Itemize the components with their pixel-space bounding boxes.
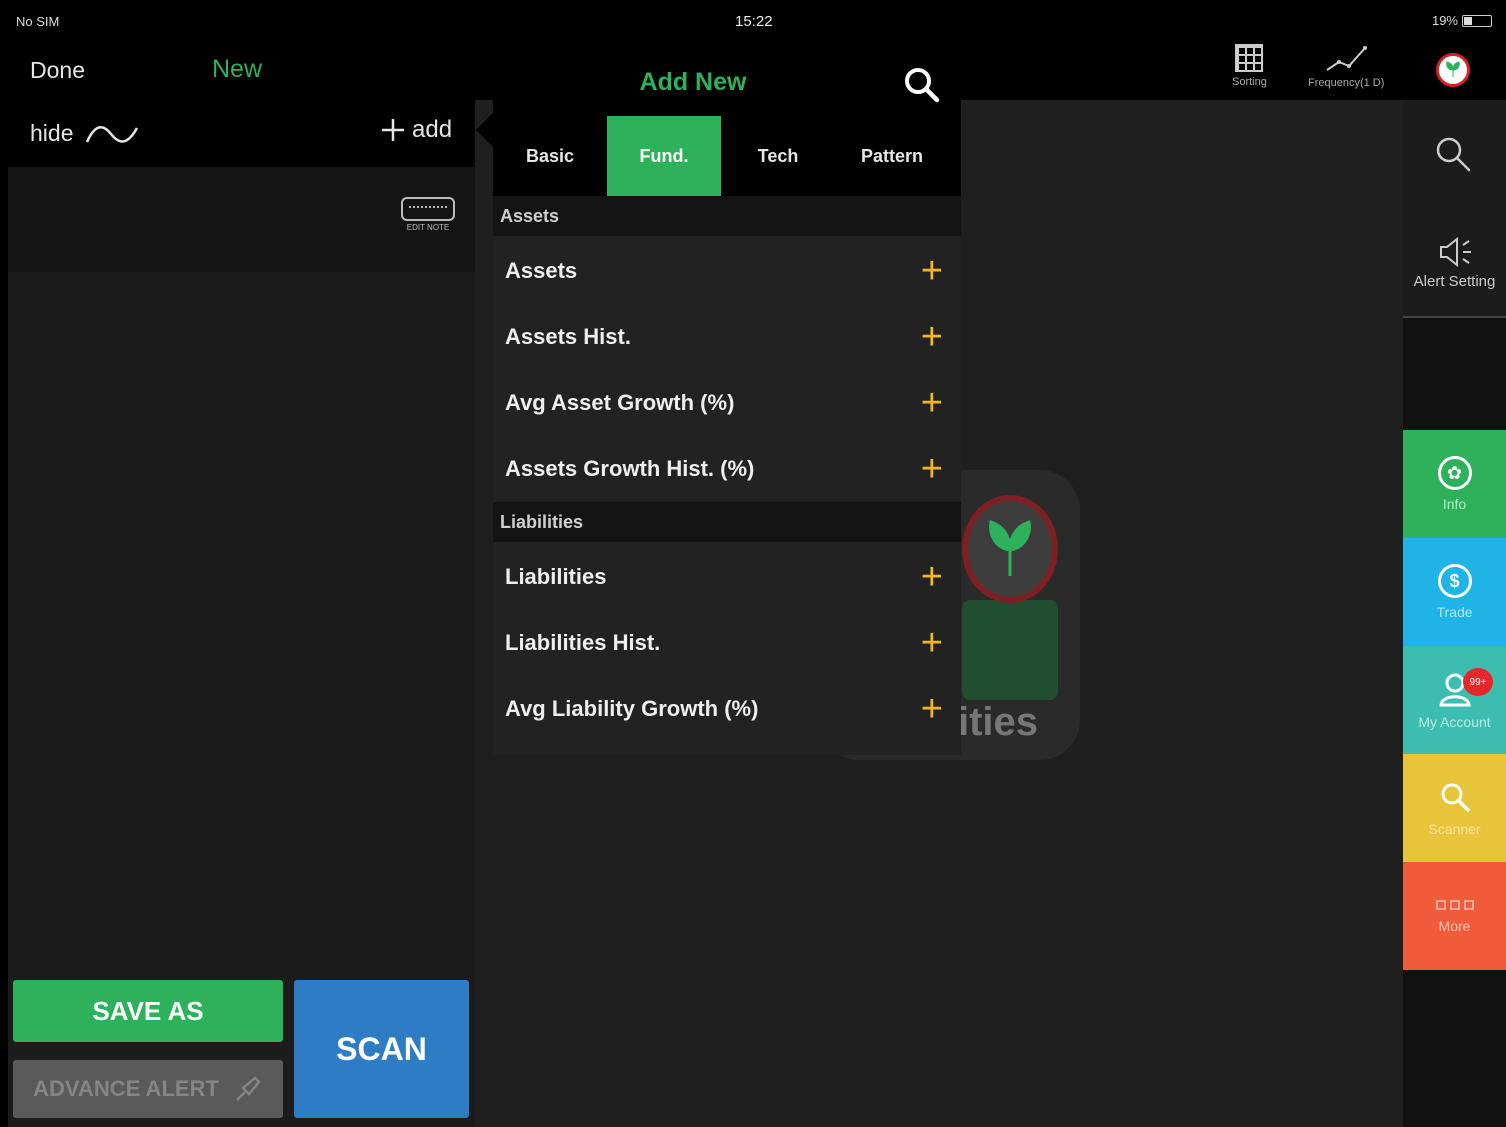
- sorting-button[interactable]: Sorting: [1232, 44, 1267, 88]
- sidebar-item-label: My Account: [1418, 714, 1491, 730]
- right-sidebar: Alert Setting ✿ Info $ Trade My Account …: [1403, 100, 1506, 1127]
- item-label: Avg Liability Growth (%): [505, 696, 759, 721]
- sidebar-item-info[interactable]: ✿ Info: [1403, 430, 1506, 538]
- battery-status: 19%: [1432, 13, 1492, 28]
- logo-text: ities: [958, 700, 1039, 744]
- notification-badge: 99+: [1463, 668, 1493, 696]
- add-plus-icon[interactable]: +: [921, 558, 943, 596]
- list-item[interactable]: Assets +: [493, 238, 961, 304]
- list-item[interactable]: Liabilities +: [493, 544, 961, 610]
- add-new-popover: Add New Basic Fund. Tech Pattern Assets …: [493, 40, 961, 755]
- item-label: Assets Growth Hist. (%): [505, 456, 755, 481]
- add-plus-icon[interactable]: +: [921, 318, 943, 356]
- popover-title: Add New: [639, 68, 747, 96]
- sidebar-item-scanner[interactable]: Scanner: [1403, 754, 1506, 862]
- item-label: Avg Asset Growth (%): [505, 390, 735, 415]
- dollar-icon: $: [1437, 564, 1472, 598]
- leaf-avatar-icon: [1446, 61, 1460, 77]
- leaf-icon: ✿: [1437, 456, 1472, 490]
- sidebar-item-label: Trade: [1436, 604, 1473, 620]
- alert-setting-label: Alert Setting: [1413, 273, 1496, 290]
- speaker-icon: [1439, 236, 1471, 268]
- battery-percent: 19%: [1431, 13, 1458, 28]
- tab-pattern[interactable]: Pattern: [835, 116, 949, 196]
- tab-fund[interactable]: Fund.: [607, 116, 721, 196]
- sidebar-item-label: Info: [1442, 496, 1467, 512]
- edit-note-label: EDIT NOTE: [406, 223, 450, 232]
- add-plus-icon[interactable]: +: [921, 252, 943, 290]
- hide-label: hide: [30, 120, 74, 146]
- edit-note-button[interactable]: EDIT NOTE: [398, 197, 458, 232]
- add-plus-icon[interactable]: +: [921, 624, 943, 662]
- alert-setting-button[interactable]: Alert Setting: [1403, 235, 1506, 290]
- section-header-liabilities: Liabilities: [493, 502, 961, 542]
- popover-arrow: [476, 112, 494, 148]
- item-label: Assets Hist.: [505, 324, 631, 349]
- wave-icon: [86, 125, 139, 143]
- frequency-label: Frequency(1 D): [1308, 77, 1385, 89]
- advance-alert-button[interactable]: ADVANCE ALERT: [13, 1060, 283, 1118]
- search-icon[interactable]: [901, 64, 941, 104]
- tab-tech[interactable]: Tech: [721, 116, 835, 196]
- add-plus-icon[interactable]: +: [921, 384, 943, 422]
- sidebar-tools: Alert Setting: [1403, 100, 1506, 318]
- add-plus-icon[interactable]: +: [921, 450, 943, 488]
- item-label: Liabilities: [505, 564, 607, 589]
- advance-alert-label: ADVANCE ALERT: [33, 1076, 219, 1101]
- list-item[interactable]: Avg Liability Growth (%) +: [493, 676, 961, 742]
- edit-note-row: EDIT NOTE: [8, 167, 475, 272]
- category-tabs: Basic Fund. Tech Pattern: [493, 116, 961, 196]
- sidebar-item-account[interactable]: My Account 99+: [1403, 646, 1506, 754]
- sidebar-item-label: More: [1438, 918, 1471, 934]
- sorting-label: Sorting: [1232, 76, 1267, 88]
- search-icon[interactable]: [1433, 134, 1473, 174]
- profile-avatar[interactable]: [1436, 53, 1470, 87]
- carrier-label: No SIM: [16, 14, 60, 29]
- list-item[interactable]: Avg Asset Growth (%) +: [493, 370, 961, 436]
- clock: 15:22: [735, 13, 773, 30]
- keyboard-icon: [401, 197, 455, 221]
- list-item[interactable]: Assets Growth Hist. (%) +: [493, 436, 961, 502]
- add-button[interactable]: add: [380, 116, 452, 144]
- left-panel: Done New hide add EDIT NOTE SAVE AS ADVA…: [8, 40, 475, 1127]
- list-item[interactable]: Assets Hist. +: [493, 304, 961, 370]
- add-label: add: [412, 116, 453, 143]
- battery-icon: [1462, 14, 1492, 27]
- more-icon: [1435, 900, 1474, 910]
- scanner-icon: [1441, 783, 1470, 813]
- frequency-button[interactable]: Frequency(1 D): [1308, 44, 1384, 89]
- add-plus-icon[interactable]: +: [921, 690, 943, 728]
- done-button[interactable]: Done: [30, 57, 85, 84]
- leaf-logo-icon: [989, 520, 1031, 576]
- popover-header: Add New Basic Fund. Tech Pattern: [493, 40, 961, 196]
- item-label: Liabilities Hist.: [505, 630, 661, 655]
- section-header-assets: Assets: [493, 196, 961, 236]
- sidebar-item-more[interactable]: More: [1403, 862, 1506, 970]
- app-logo-green: [962, 600, 1058, 700]
- status-bar: No SIM 15:22 19%: [0, 0, 1506, 40]
- sidebar-item-label: Scanner: [1428, 821, 1481, 837]
- tab-basic[interactable]: Basic: [493, 116, 607, 196]
- save-as-button[interactable]: SAVE AS: [13, 980, 283, 1042]
- scan-button[interactable]: SCAN: [294, 980, 469, 1118]
- line-chart-icon: [1326, 46, 1368, 71]
- list-item[interactable]: Liabilities Hist. +: [493, 610, 961, 676]
- grid-icon: [1235, 44, 1264, 72]
- item-label: Assets: [505, 258, 578, 283]
- new-button[interactable]: New: [212, 55, 262, 84]
- plus-icon: [382, 119, 404, 141]
- rocket-icon: [236, 1076, 261, 1101]
- left-header: Done New hide add: [8, 40, 475, 167]
- sidebar-item-trade[interactable]: $ Trade: [1403, 538, 1506, 646]
- hide-toggle[interactable]: hide: [30, 120, 139, 147]
